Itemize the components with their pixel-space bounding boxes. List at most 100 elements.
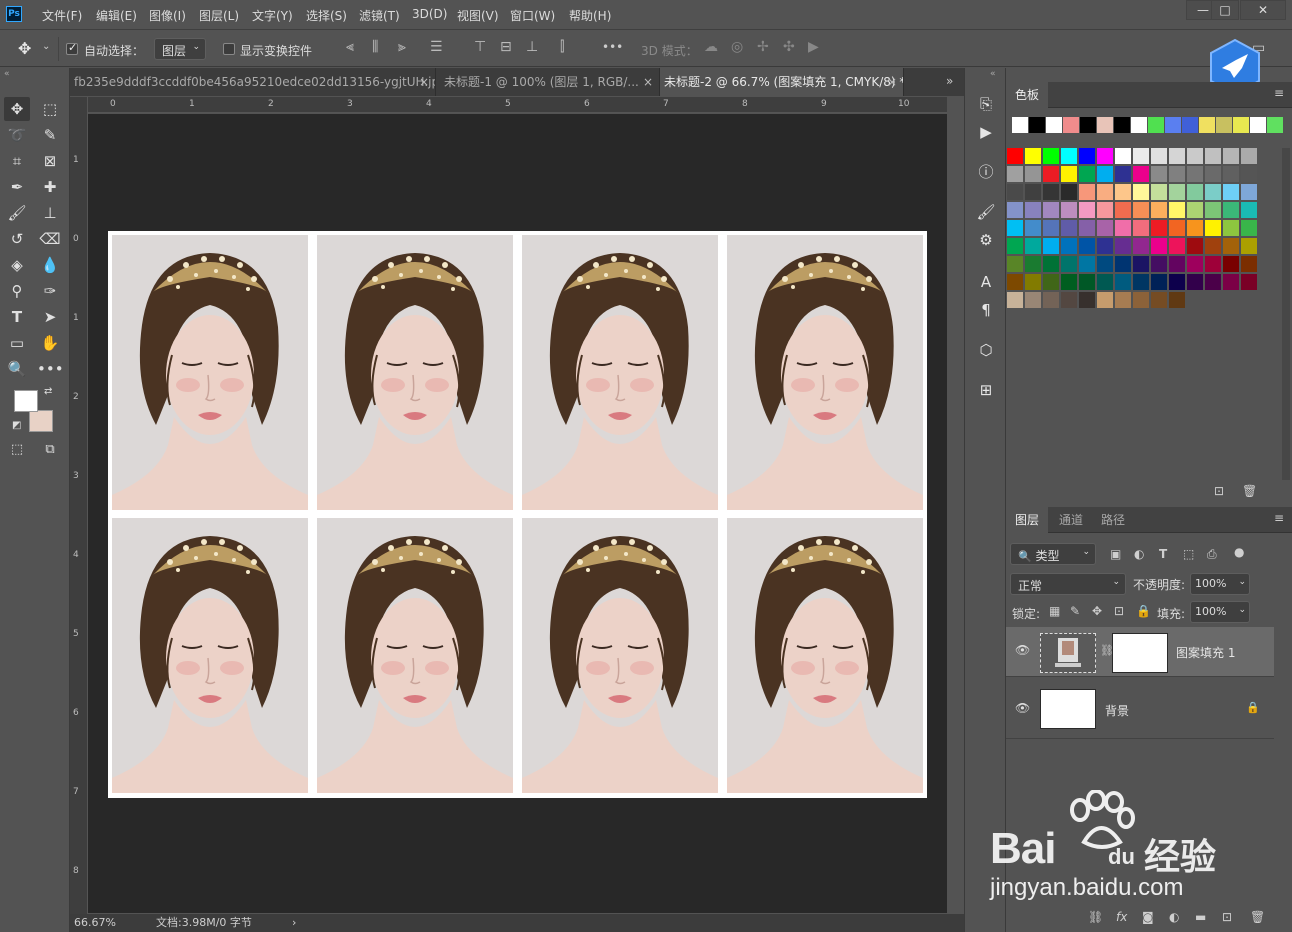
quick-mask-icon[interactable]: ⬚ [4, 438, 30, 462]
color-swatch[interactable] [1097, 238, 1113, 254]
recent-swatch[interactable] [1080, 117, 1096, 133]
color-swatch[interactable] [1025, 256, 1041, 272]
tabs-overflow-icon[interactable]: » [946, 74, 953, 88]
align-right-icon[interactable]: ⫸ [398, 39, 406, 55]
color-swatch[interactable] [1241, 238, 1257, 254]
collapse-icon[interactable]: « [990, 69, 996, 79]
color-swatch[interactable] [1223, 274, 1239, 290]
scrollbar[interactable] [1282, 148, 1290, 480]
filter-adjustment-icon[interactable]: ◐ [1134, 547, 1144, 561]
brush-tool-icon[interactable]: 🖌 [4, 201, 30, 225]
color-swatch[interactable] [1241, 166, 1257, 182]
color-swatch[interactable] [1061, 166, 1077, 182]
quick-select-tool-icon[interactable]: ✎ [37, 123, 63, 147]
color-swatch[interactable] [1097, 274, 1113, 290]
trash-icon[interactable]: 🗑 [1242, 484, 1257, 498]
color-swatch[interactable] [1187, 148, 1203, 164]
adjustments-panel-icon[interactable]: ⚙ [973, 228, 999, 252]
color-swatch[interactable] [1007, 274, 1023, 290]
color-swatch[interactable] [1169, 220, 1185, 236]
color-swatch[interactable] [1007, 202, 1023, 218]
lasso-tool-icon[interactable]: ➰ [4, 123, 30, 147]
filter-pixel-icon[interactable]: ▣ [1110, 547, 1121, 561]
color-swatch[interactable] [1079, 220, 1095, 236]
menu-3d[interactable]: 3D(D) [412, 7, 447, 21]
rectangle-tool-icon[interactable]: ▭ [4, 331, 30, 355]
distribute-vertical-icon[interactable]: ⫿ [560, 39, 564, 55]
show-transform-controls-checkbox[interactable] [223, 43, 235, 55]
hand-tool-icon[interactable]: ✋ [37, 331, 63, 355]
color-swatch[interactable] [1223, 238, 1239, 254]
fx-icon[interactable]: fx [1116, 910, 1127, 924]
color-swatch[interactable] [1097, 220, 1113, 236]
recent-swatch[interactable] [1199, 117, 1215, 133]
properties-panel-icon[interactable]: ⊞ [973, 378, 999, 402]
background-color-swatch[interactable] [29, 410, 53, 432]
3d-orbit-icon[interactable]: ☁ [704, 39, 718, 55]
recent-swatch[interactable] [1131, 117, 1147, 133]
color-swatch[interactable] [1151, 184, 1167, 200]
collapse-icon[interactable]: « [4, 69, 10, 79]
visibility-eye-icon[interactable]: 👁 [1015, 702, 1030, 714]
crop-tool-icon[interactable]: ⌗ [4, 149, 30, 173]
color-swatch[interactable] [1097, 184, 1113, 200]
color-swatch[interactable] [1115, 184, 1131, 200]
color-swatch[interactable] [1205, 274, 1221, 290]
brush-settings-icon[interactable]: 🖌 [973, 200, 999, 224]
color-swatch[interactable] [1061, 292, 1077, 308]
color-swatch[interactable] [1043, 256, 1059, 272]
color-swatch[interactable] [1187, 184, 1203, 200]
layer-name[interactable]: 图案填充 1 [1176, 644, 1235, 661]
color-swatch[interactable] [1097, 256, 1113, 272]
color-swatch[interactable] [1151, 274, 1167, 290]
color-swatch[interactable] [1187, 166, 1203, 182]
color-swatch[interactable] [1115, 148, 1131, 164]
color-swatch[interactable] [1151, 148, 1167, 164]
swap-colors-icon[interactable]: ⇄ [44, 386, 52, 397]
color-swatch[interactable] [1133, 238, 1149, 254]
tab-channels[interactable]: 通道 [1050, 507, 1092, 533]
menu-view[interactable]: 视图(V) [457, 7, 499, 24]
more-options-button[interactable]: ••• [602, 40, 623, 54]
recent-swatch[interactable] [1267, 117, 1283, 133]
color-swatch[interactable] [1043, 220, 1059, 236]
color-swatch[interactable] [1169, 274, 1185, 290]
recent-swatch[interactable] [1233, 117, 1249, 133]
panel-menu-icon[interactable]: ≡ [1274, 86, 1284, 100]
document-info[interactable]: 文档:3.98M/0 字节 [156, 914, 252, 932]
3d-roll-icon[interactable]: ◎ [731, 39, 743, 55]
eraser-tool-icon[interactable]: ⌫ [37, 227, 63, 251]
color-swatch[interactable] [1115, 292, 1131, 308]
eyedropper-tool-icon[interactable]: ✒ [4, 175, 30, 199]
default-colors-icon[interactable]: ◩ [12, 420, 21, 431]
color-swatch[interactable] [1079, 184, 1095, 200]
menu-layer[interactable]: 图层(L) [199, 7, 239, 24]
marquee-tool-icon[interactable]: ⬚ [37, 97, 63, 121]
color-swatch[interactable] [1025, 238, 1041, 254]
color-swatch[interactable] [1025, 166, 1041, 182]
move-tool-icon[interactable]: ✥ [18, 39, 31, 58]
color-swatch[interactable] [1151, 292, 1167, 308]
tab-untitled-2[interactable]: 未标题-2 @ 66.7% (图案填充 1, CMYK/8) * × [660, 68, 904, 96]
color-swatch[interactable] [1043, 148, 1059, 164]
color-swatch[interactable] [1043, 166, 1059, 182]
color-swatch[interactable] [1205, 148, 1221, 164]
zoom-tool-icon[interactable]: 🔍 [4, 357, 30, 381]
recent-swatch[interactable] [1250, 117, 1266, 133]
color-swatch[interactable] [1007, 292, 1023, 308]
color-swatch[interactable] [1223, 166, 1239, 182]
color-swatch[interactable] [1097, 202, 1113, 218]
color-swatch[interactable] [1241, 220, 1257, 236]
color-swatch[interactable] [1223, 220, 1239, 236]
lock-transparent-icon[interactable]: ▦ [1049, 604, 1060, 618]
color-swatch[interactable] [1061, 184, 1077, 200]
color-swatch[interactable] [1169, 256, 1185, 272]
menu-help[interactable]: 帮助(H) [569, 7, 611, 24]
color-swatch[interactable] [1205, 184, 1221, 200]
align-top-icon[interactable]: ⊤ [474, 39, 486, 55]
color-swatch[interactable] [1079, 148, 1095, 164]
color-swatch[interactable] [1187, 274, 1203, 290]
color-swatch[interactable] [1151, 220, 1167, 236]
recent-swatch[interactable] [1165, 117, 1181, 133]
color-swatch[interactable] [1205, 256, 1221, 272]
